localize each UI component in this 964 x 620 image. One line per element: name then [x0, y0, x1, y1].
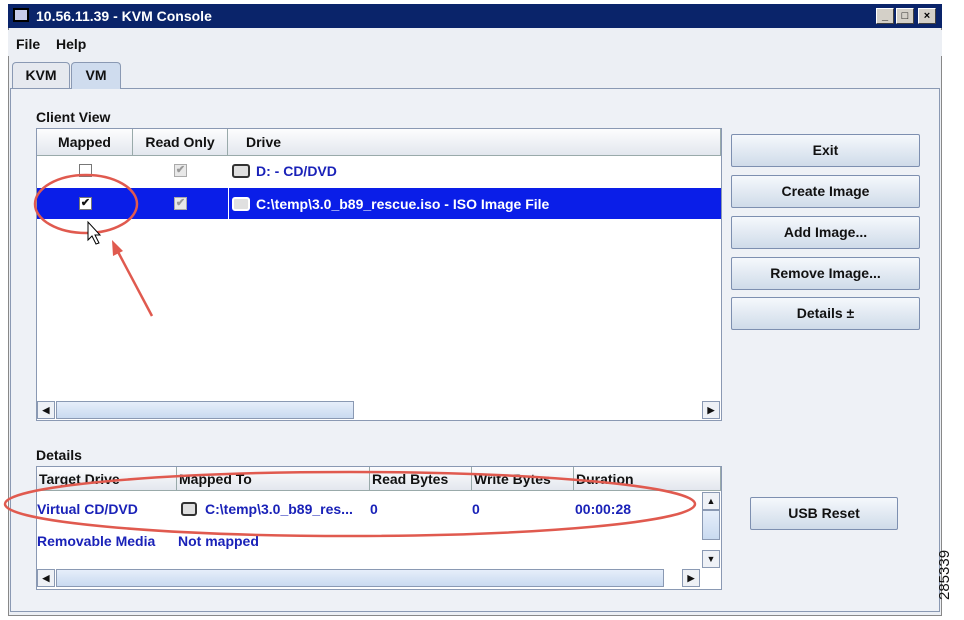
highlight-oval	[3, 470, 697, 538]
annotation-arrowhead	[112, 240, 123, 256]
annotation-overlay	[3, 173, 697, 538]
annotation-arrow	[115, 249, 154, 317]
highlight-circle	[33, 173, 139, 235]
mouse-cursor-icon	[87, 220, 102, 245]
figure-id: 285339	[936, 549, 953, 600]
